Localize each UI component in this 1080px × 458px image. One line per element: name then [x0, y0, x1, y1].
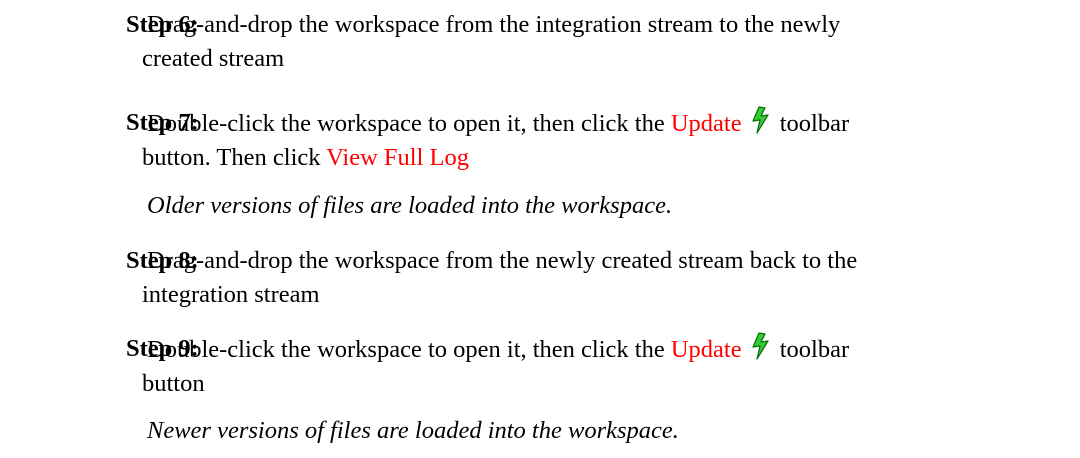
step-text-segment: Double-click the workspace to open it, t… — [147, 110, 665, 137]
lightning-bolt-update-icon[interactable] — [750, 332, 770, 360]
step-text: Double-click the workspace to open it, t… — [142, 106, 1069, 175]
step-note: Newer versions of files are loaded into … — [147, 417, 679, 444]
step-text-line: Double-click the workspace to open it, t… — [147, 106, 1069, 141]
update-link[interactable]: Update — [671, 110, 742, 137]
step-text-segment: toolbar — [779, 110, 850, 137]
step-text-line: Drag-and-drop the workspace from the int… — [147, 11, 841, 38]
step-text-line: created stream — [142, 45, 285, 72]
step-text-line: button. Then click View Full Log — [142, 141, 1069, 175]
step-text-line: Drag-and-drop the workspace from the new… — [147, 247, 858, 274]
update-link[interactable]: Update — [671, 336, 742, 363]
view-full-log-link[interactable]: View Full Log — [326, 144, 469, 171]
step-text-line: Double-click the workspace to open it, t… — [147, 332, 1069, 367]
step-text: Drag-and-drop the workspace from the new… — [142, 244, 1069, 312]
lightning-bolt-update-icon[interactable] — [750, 106, 770, 134]
step-text-line: integration stream — [142, 281, 320, 308]
step-text: Drag-and-drop the workspace from the int… — [142, 8, 1069, 76]
step-text: Double-click the workspace to open it, t… — [142, 332, 1069, 401]
step-text-segment: toolbar — [779, 336, 850, 363]
step-note: Older versions of files are loaded into … — [147, 192, 673, 219]
step-text-segment: button. Then click — [142, 144, 321, 171]
step-text-segment: Double-click the workspace to open it, t… — [147, 336, 665, 363]
step-text-line: button — [142, 370, 205, 397]
